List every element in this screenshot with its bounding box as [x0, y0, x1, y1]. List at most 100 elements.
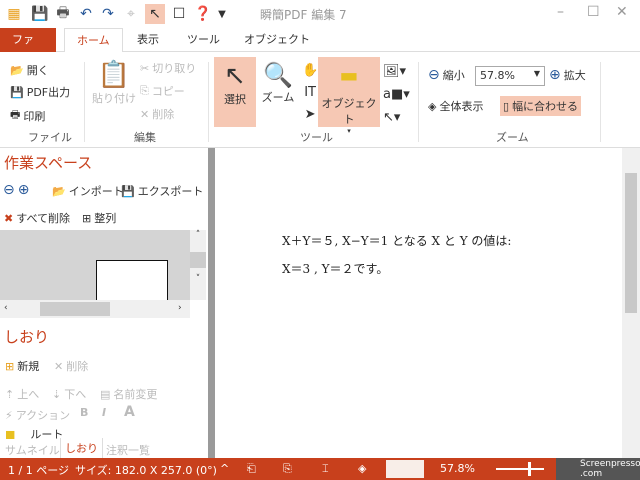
grid-icon: ⊞ — [82, 211, 92, 225]
fit-width-icon: ▯ — [503, 99, 510, 113]
tab-tools[interactable]: ツール — [175, 28, 232, 52]
divider — [600, 62, 601, 142]
status-bar: 1 / 1 ページ サイズ: 182.0 X 257.0 (0°) ^ ⎗ ⎘ … — [0, 458, 640, 480]
collapse-icon[interactable]: ^ — [220, 462, 229, 475]
tab-thumbnail[interactable]: サムネイル — [3, 440, 62, 460]
title-bar: ▦ 💾 🖶 ↶ ↷ ⌖ ↖ ☐ ❓ ▼ 瞬簡PDF 編集 7 – ☐ ✕ — [0, 0, 640, 28]
rename-button[interactable]: ▤ 名前変更 — [100, 386, 157, 402]
delete-all-button[interactable]: ✖ すべて削除 — [4, 210, 70, 226]
divider — [84, 62, 85, 142]
italic-button[interactable]: I — [102, 406, 106, 419]
tab-view[interactable]: 表示 — [125, 28, 171, 52]
document-line-2: X＝3 , Y＝２です。 — [282, 262, 389, 276]
arrange-button[interactable]: ⊞ 整列 — [82, 210, 116, 226]
thumbnail-hscroll[interactable]: ‹ › — [0, 300, 190, 318]
fit-page-icon: ◈ — [428, 99, 437, 113]
open-button[interactable]: 📂 開く — [10, 62, 49, 78]
print-icon[interactable]: 🖶 — [53, 4, 73, 24]
up-icon: ⇡ — [5, 387, 15, 401]
zoom-in-icon[interactable]: ⊕ — [18, 182, 30, 198]
text-select-icon[interactable]: IT — [302, 82, 318, 104]
watermark-logo: Screenpresso .com — [556, 458, 640, 480]
bold-button[interactable]: B — [80, 406, 88, 419]
redo-icon[interactable]: ↷ — [98, 4, 118, 24]
object-tool-button[interactable]: ▬ オブジェクト ▾ — [318, 57, 380, 135]
move-down-button[interactable]: ⇣ 下へ — [52, 386, 86, 402]
chevron-down-icon: ▼ — [533, 69, 540, 78]
save-icon[interactable]: 💾 — [30, 4, 50, 24]
group-label-file: ファイル — [28, 131, 72, 144]
export-button[interactable]: 💾 エクスポート — [121, 183, 203, 199]
print-button[interactable]: 🖶 印刷 — [10, 106, 45, 125]
tab-home[interactable]: ホーム — [64, 28, 123, 53]
fit-all-button[interactable]: ◈ 全体表示 — [428, 98, 483, 114]
font-color-button[interactable]: A — [124, 404, 135, 420]
bookmark-icon: ■ — [5, 429, 16, 439]
pdf-save-icon: 💾 — [10, 85, 24, 99]
group-label-edit: 編集 — [134, 131, 156, 144]
delete-x-icon: ✖ — [4, 211, 14, 225]
image-icon[interactable]: 🖼▾ — [383, 60, 410, 83]
import-button[interactable]: 📂 インポート — [52, 183, 124, 199]
small-tools: ✋ IT ➤ — [302, 60, 318, 126]
tab-annotations[interactable]: 注釈一覧 — [104, 440, 152, 460]
fit-page-icon[interactable]: ◈ — [358, 462, 366, 475]
next-page-icon[interactable]: ⎘ — [283, 462, 292, 476]
fit-width-button[interactable]: ▯ 幅に合わせる — [500, 96, 582, 116]
page-indicator: 1 / 1 ページ — [8, 464, 69, 477]
comment-icon: ▬ — [339, 63, 359, 87]
scroll-thumb[interactable] — [625, 173, 637, 313]
delete-button[interactable]: ✕ 削除 — [140, 106, 174, 122]
tab-bookmarks[interactable]: しおり — [60, 438, 103, 459]
fit-height-icon[interactable]: ⌶ — [322, 462, 329, 476]
action-button[interactable]: ⚡ アクション — [5, 407, 70, 423]
copy-button[interactable]: ⎘ コピー — [140, 83, 185, 99]
tab-file[interactable]: ファイル — [0, 28, 56, 70]
zoom-slider[interactable] — [496, 462, 544, 476]
pointer-icon[interactable]: ➤ — [302, 104, 318, 126]
move-up-button[interactable]: ⇡ 上へ — [5, 386, 39, 402]
pdf-output-button[interactable]: 💾 PDF出力 — [10, 84, 70, 100]
tab-object[interactable]: オブジェクト — [232, 28, 322, 52]
zoom-out-icon[interactable]: ⊖ — [3, 182, 15, 198]
x-icon: ✕ — [54, 359, 64, 373]
window-icon[interactable]: ☐ — [169, 4, 189, 24]
zoom-select[interactable]: 57.8% ▼ — [475, 66, 545, 86]
cut-button[interactable]: ✂ 切り取り — [140, 60, 196, 76]
page-thumbnail[interactable] — [96, 260, 168, 300]
paste-button[interactable]: 📋 貼り付け — [92, 60, 136, 106]
text-box-icon[interactable]: a■▾ — [383, 83, 410, 106]
bookmark-root[interactable]: ■ ルート — [5, 429, 63, 439]
object-subtools: 🖼▾ a■▾ ↖▾ — [383, 60, 410, 129]
delete-bookmark-button[interactable]: ✕ 削除 — [54, 358, 88, 374]
new-bookmark-button[interactable]: ⊞ 新規 — [5, 358, 39, 374]
page-preview-box — [386, 460, 424, 478]
select-text-icon[interactable]: ⌖ — [121, 4, 141, 24]
workspace-zoom: ⊖ ⊕ — [3, 182, 29, 198]
enlarge-button[interactable]: ⊕ 拡大 — [549, 67, 586, 83]
shrink-button[interactable]: ⊖ 縮小 — [428, 67, 465, 83]
customize-dropdown-icon[interactable]: ▼ — [212, 4, 232, 24]
stamp-cursor-icon[interactable]: ↖▾ — [383, 106, 410, 129]
maximize-button[interactable]: ☐ — [587, 4, 600, 20]
pointer-icon[interactable]: ↖ — [145, 4, 165, 24]
select-tool-button[interactable]: ↖ 選択 — [214, 57, 256, 127]
zoom-tool-button[interactable]: 🔍 ズーム — [260, 61, 296, 105]
panel-splitter[interactable] — [208, 148, 215, 458]
magnifier-icon: 🔍 — [263, 61, 293, 89]
arrow-cursor-icon: ↖ — [224, 61, 246, 91]
new-icon: ⊞ — [5, 359, 15, 373]
zoom-level: 57.8% — [440, 462, 475, 475]
undo-icon[interactable]: ↶ — [76, 4, 96, 24]
workspace-title: 作業スペース — [4, 154, 93, 172]
folder-icon: 📂 — [10, 63, 24, 77]
thumbnail-vscroll[interactable]: ˄ ˅ — [190, 230, 206, 300]
app-icon: ▦ — [7, 6, 21, 22]
prev-page-icon[interactable]: ⎗ — [247, 462, 256, 476]
close-button[interactable]: ✕ — [616, 4, 628, 20]
help-icon[interactable]: ❓ — [193, 4, 213, 24]
action-icon: ⚡ — [5, 408, 13, 422]
minimize-button[interactable]: – — [557, 4, 564, 20]
hand-icon[interactable]: ✋ — [302, 60, 318, 82]
document-vscroll[interactable] — [622, 148, 640, 458]
